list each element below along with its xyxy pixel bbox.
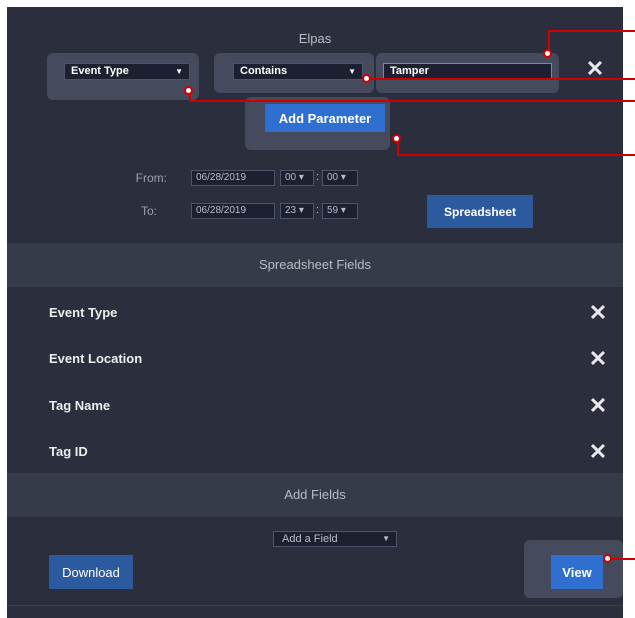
callout-dot bbox=[184, 86, 193, 95]
to-date-input[interactable]: 06/28/2019 bbox=[191, 203, 275, 219]
field-label: Tag ID bbox=[49, 444, 88, 459]
operator-select-value: Contains bbox=[240, 65, 288, 77]
footer-divider bbox=[7, 605, 623, 606]
add-parameter-button[interactable]: Add Parameter bbox=[265, 104, 385, 132]
list-item: Tag Name ✕ bbox=[7, 383, 623, 429]
field-select-value: Event Type bbox=[71, 65, 129, 77]
report-panel: Elpas Event Type ▼ Contains ▼ Tamper ✕ A… bbox=[7, 7, 623, 618]
time-separator: : bbox=[316, 171, 320, 183]
list-item: Event Type ✕ bbox=[7, 290, 623, 336]
callout-line bbox=[610, 558, 635, 560]
to-hour-value: 23 bbox=[285, 205, 297, 216]
close-icon[interactable]: ✕ bbox=[587, 302, 609, 324]
list-item: Tag ID ✕ bbox=[7, 429, 623, 475]
field-label: Event Location bbox=[49, 351, 143, 366]
callout-line bbox=[189, 100, 635, 102]
add-field-select[interactable]: Add a Field ▼ bbox=[273, 531, 397, 547]
callout-dot bbox=[603, 554, 612, 563]
close-icon[interactable]: ✕ bbox=[587, 395, 609, 417]
from-minute-select[interactable]: 00 ▾ bbox=[322, 170, 358, 186]
callout-line bbox=[397, 154, 635, 156]
to-minute-value: 59 bbox=[327, 205, 339, 216]
list-item: Event Location ✕ bbox=[7, 336, 623, 382]
to-minute-select[interactable]: 59 ▾ bbox=[322, 203, 358, 219]
spreadsheet-fields-header: Spreadsheet Fields bbox=[7, 243, 623, 287]
close-icon[interactable]: ✕ bbox=[587, 441, 609, 463]
caret-down-icon: ▼ bbox=[175, 67, 183, 76]
page-title: Elpas bbox=[298, 31, 332, 46]
close-icon[interactable]: ✕ bbox=[584, 58, 606, 80]
operator-select[interactable]: Contains ▼ bbox=[233, 63, 363, 80]
callout-dot bbox=[392, 134, 401, 143]
from-hour-value: 00 bbox=[285, 172, 297, 183]
to-label: To: bbox=[140, 204, 157, 218]
callout-dot bbox=[362, 74, 371, 83]
add-field-select-value: Add a Field bbox=[282, 533, 338, 545]
download-button[interactable]: Download bbox=[49, 555, 133, 589]
from-minute-value: 00 bbox=[327, 172, 339, 183]
field-label: Event Type bbox=[49, 305, 118, 320]
from-hour-select[interactable]: 00 ▾ bbox=[280, 170, 314, 186]
callout-dot bbox=[543, 49, 552, 58]
caret-down-icon: ▼ bbox=[348, 67, 356, 76]
view-button[interactable]: View bbox=[551, 555, 603, 589]
spreadsheet-button[interactable]: Spreadsheet bbox=[427, 195, 533, 228]
callout-line bbox=[548, 30, 635, 32]
field-select[interactable]: Event Type ▼ bbox=[64, 63, 190, 80]
close-icon[interactable]: ✕ bbox=[587, 348, 609, 370]
add-fields-header: Add Fields bbox=[7, 473, 623, 517]
caret-down-icon: ▼ bbox=[382, 534, 390, 543]
callout-line bbox=[370, 78, 635, 80]
from-date-input[interactable]: 06/28/2019 bbox=[191, 170, 275, 186]
to-hour-select[interactable]: 23 ▾ bbox=[280, 203, 314, 219]
from-label: From: bbox=[135, 171, 167, 185]
field-label: Tag Name bbox=[49, 398, 111, 413]
time-separator: : bbox=[316, 204, 320, 216]
